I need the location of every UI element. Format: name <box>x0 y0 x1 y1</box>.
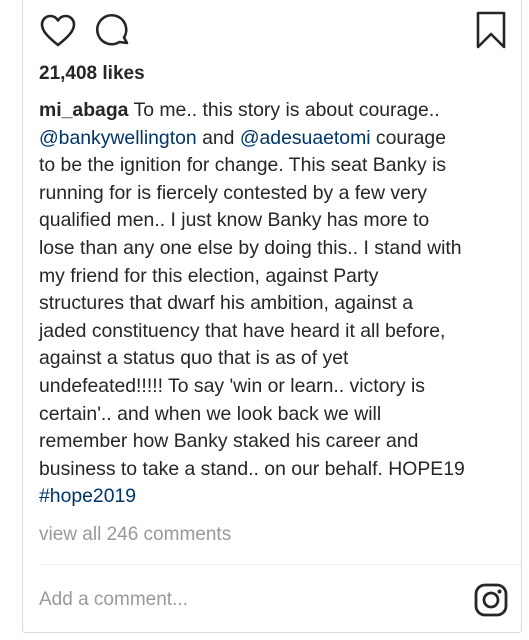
post-card: 21,408 likes mi_abaga To me.. this story… <box>22 0 522 633</box>
caption-line: business to take a stand.. on our behalf… <box>39 457 465 480</box>
view-all-comments-link[interactable]: view all 246 comments <box>39 524 231 546</box>
caption-line: my friend for this election, against Par… <box>39 264 379 287</box>
divider <box>39 564 521 565</box>
caption-line: lose than any one else by doing this.. I… <box>39 236 462 259</box>
caption-text: courage <box>375 126 446 149</box>
caption-line: jaded constituency that have heard it al… <box>39 319 446 342</box>
mention-link[interactable]: @adesuaetomi <box>240 127 371 149</box>
caption-line: qualified men.. I just know Banky has mo… <box>39 209 430 232</box>
add-comment-input[interactable] <box>39 586 459 614</box>
caption-line: remember how Banky staked his career and <box>39 430 419 453</box>
instagram-icon[interactable] <box>473 582 509 618</box>
caption-line: certain'.. and when we look back we will <box>39 402 382 425</box>
mention-link[interactable]: @bankywellington <box>39 127 197 149</box>
caption-text: and <box>202 126 235 149</box>
caption-username[interactable]: mi_abaga <box>39 99 128 121</box>
heart-icon[interactable] <box>39 12 77 50</box>
caption-line: structures that dwarf his ambition, agai… <box>39 292 413 315</box>
post-caption: mi_abaga To me.. this story is about cou… <box>39 97 509 511</box>
caption-line: #hope2019 <box>39 483 509 511</box>
comment-icon[interactable] <box>94 12 132 50</box>
hashtag-link[interactable]: #hope2019 <box>39 485 136 507</box>
caption-line: against a status quo that is as of yet <box>39 347 349 370</box>
caption-line: to be the ignition for change. This seat… <box>39 154 447 177</box>
caption-line: mi_abaga To me.. this story is about cou… <box>39 97 509 125</box>
caption-text: To me.. this story is about courage.. <box>133 99 440 121</box>
likes-count[interactable]: 21,408 likes <box>39 63 145 85</box>
caption-line: undefeated!!!!! To say 'win or learn.. v… <box>39 374 425 397</box>
bookmark-icon[interactable] <box>473 10 509 50</box>
caption-line: running for is fiercely contested by a f… <box>39 181 427 204</box>
caption-line: @bankywellington and @adesuaetomi courag… <box>39 125 509 153</box>
